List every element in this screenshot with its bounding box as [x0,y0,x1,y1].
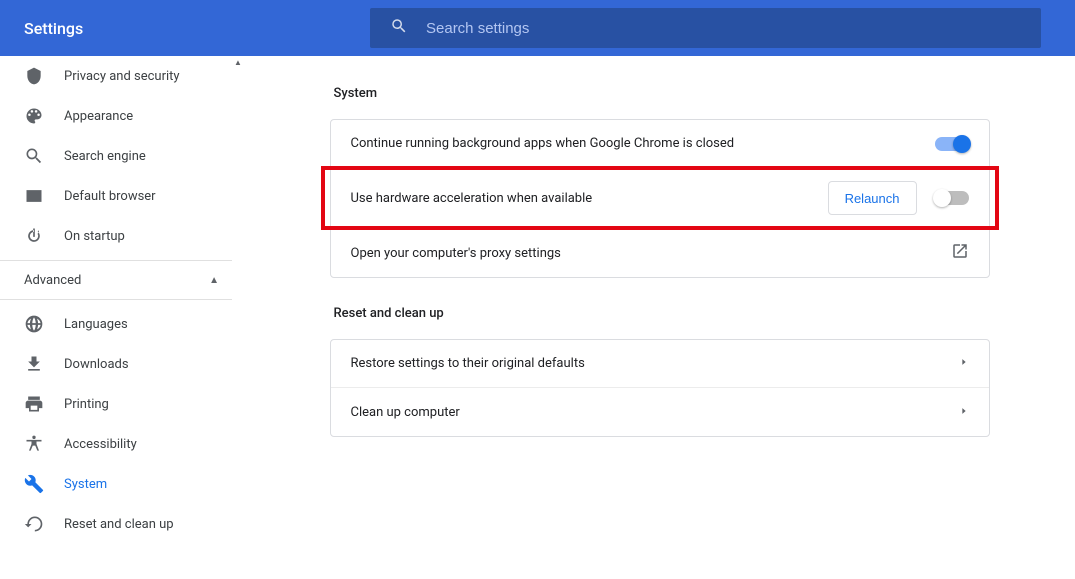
sidebar-item-printing[interactable]: Printing [0,384,243,424]
globe-icon [24,314,44,334]
power-icon [24,226,44,246]
content-area: System Continue running background apps … [244,56,1075,579]
sidebar-item-default-browser[interactable]: Default browser [0,176,243,216]
system-card: Continue running background apps when Go… [330,119,990,278]
reset-card: Restore settings to their original defau… [330,339,990,437]
sidebar-item-label: System [64,477,107,492]
sidebar-item-system[interactable]: System [0,464,243,504]
external-link-icon [951,242,969,264]
sidebar: ▲ Privacy and security Appearance Search… [0,56,244,579]
search-icon [390,17,426,39]
page-title: Settings [24,19,370,38]
sidebar-item-accessibility[interactable]: Accessibility [0,424,243,464]
sidebar-item-label: Accessibility [64,437,137,452]
search-container[interactable] [370,8,1041,48]
search-input[interactable] [426,20,1021,37]
sidebar-item-appearance[interactable]: Appearance [0,96,243,136]
sidebar-item-on-startup[interactable]: On startup [0,216,243,256]
relaunch-button[interactable]: Relaunch [828,181,917,215]
section-title-reset: Reset and clean up [334,306,990,321]
row-label: Use hardware acceleration when available [351,191,828,206]
app-header: Settings [0,0,1075,56]
print-icon [24,394,44,414]
chevron-right-icon [959,405,969,420]
advanced-label: Advanced [24,273,81,288]
toggle-background-apps[interactable] [935,137,969,151]
row-clean-up[interactable]: Clean up computer [331,388,989,436]
toggle-hardware-accel[interactable] [935,191,969,205]
sidebar-item-label: On startup [64,229,125,244]
row-label: Restore settings to their original defau… [351,356,959,371]
sidebar-item-label: Privacy and security [64,69,180,84]
sidebar-item-label: Appearance [64,109,133,124]
sidebar-item-label: Downloads [64,357,129,372]
chevron-right-icon [959,356,969,371]
chevron-up-icon: ▲ [209,275,219,286]
row-hardware-accel: Use hardware acceleration when available… [331,168,989,229]
shield-icon [24,66,44,86]
row-proxy-settings[interactable]: Open your computer's proxy settings [331,229,989,277]
restore-icon [24,514,44,534]
sidebar-item-privacy[interactable]: Privacy and security [0,56,243,96]
section-title-system: System [334,86,990,101]
sidebar-item-downloads[interactable]: Downloads [0,344,243,384]
sidebar-item-reset[interactable]: Reset and clean up [0,504,243,544]
row-background-apps: Continue running background apps when Go… [331,120,989,168]
sidebar-item-label: Reset and clean up [64,517,174,532]
sidebar-item-languages[interactable]: Languages [0,304,243,344]
wrench-icon [24,474,44,494]
search-icon [24,146,44,166]
sidebar-item-label: Languages [64,317,128,332]
row-label: Continue running background apps when Go… [351,136,935,151]
sidebar-item-label: Search engine [64,149,146,164]
sidebar-item-label: Default browser [64,189,156,204]
accessibility-icon [24,434,44,454]
row-label: Clean up computer [351,405,959,420]
row-label: Open your computer's proxy settings [351,246,951,261]
sidebar-scrollbar[interactable]: ▲ [232,56,244,579]
download-icon [24,354,44,374]
browser-icon [24,186,44,206]
sidebar-item-search-engine[interactable]: Search engine [0,136,243,176]
advanced-toggle[interactable]: Advanced ▲ [0,260,243,300]
palette-icon [24,106,44,126]
row-restore-defaults[interactable]: Restore settings to their original defau… [331,340,989,388]
sidebar-item-label: Printing [64,397,109,412]
